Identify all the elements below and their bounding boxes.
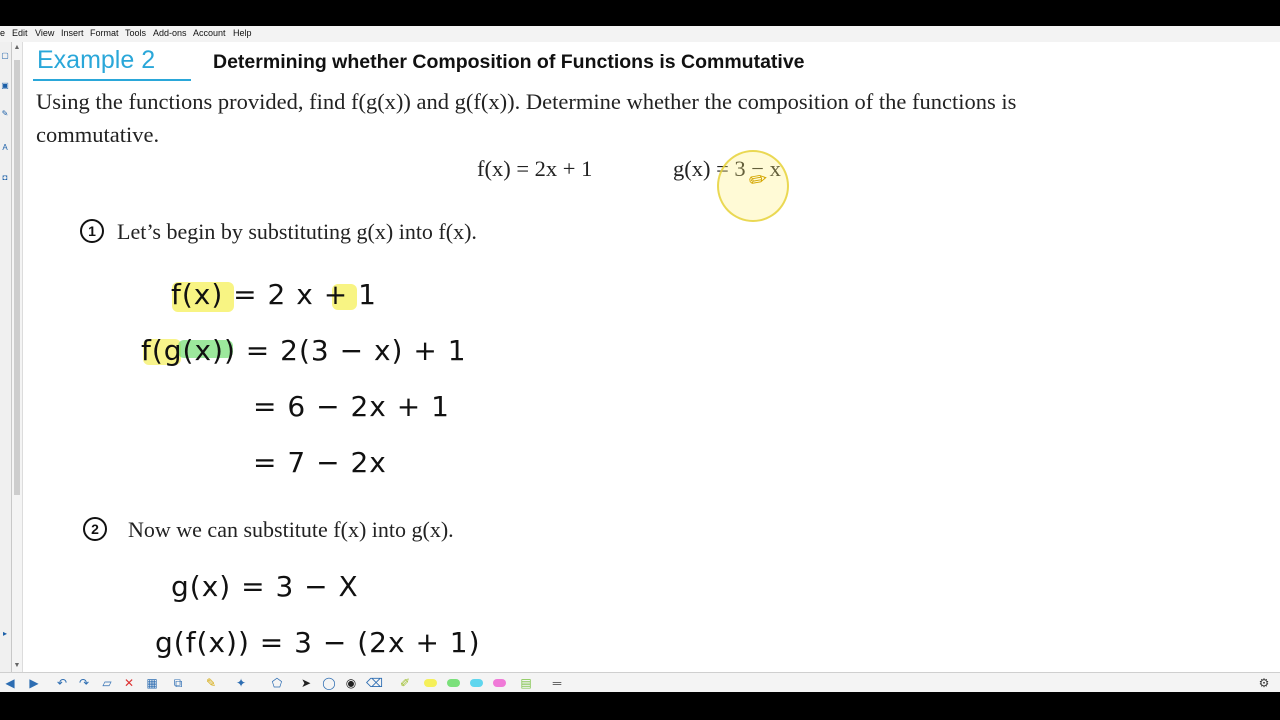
step-1-marker: 1 [80,219,104,243]
yellow-highlighter-icon[interactable] [424,679,437,687]
whiteboard-page[interactable]: Example 2 Determining whether Compositio… [23,42,1280,672]
gallery-icon[interactable]: ▣ [1,82,9,90]
attachments-icon[interactable]: ✎ [1,110,9,118]
properties-icon[interactable]: A [1,144,9,152]
scroll-up-icon[interactable]: ▲ [13,44,21,51]
cyan-highlighter-icon[interactable] [470,679,483,687]
menu-item-format[interactable]: Format [90,28,119,38]
pen-tool-icon[interactable]: ✎ [203,675,219,691]
step1-line-2: f(g(x)) = 2(3 − x) + 1 [141,334,467,367]
step-2-text: Now we can substitute f(x) into g(x). [128,517,454,542]
menu-item-tools[interactable]: Tools [125,28,146,38]
page-sorter-icon[interactable]: ▢ [1,52,9,60]
bottom-toolbar: ◀ ▶ ↶ ↷ ▱ ✕ ▦ ⧉ ✎ ✦ ⬠ ➤ ◯ ◉ ⌫ ✐ ▤ ═ ⚙ [0,672,1280,692]
eraser-icon[interactable]: ⌫ [366,675,383,691]
redo-icon[interactable]: ↷ [76,675,92,691]
scroll-thumb[interactable] [14,60,20,495]
screen-capture-icon[interactable]: ⧉ [170,675,186,691]
scroll-down-icon[interactable]: ▼ [13,662,21,669]
step2-line-1: g(x) = 3 − X [171,570,359,603]
line-icon[interactable]: ═ [549,675,565,691]
delete-icon[interactable]: ✕ [121,675,137,691]
step1-line-1: f(x) = 2 x + 1 [171,278,377,311]
next-page-icon[interactable]: ▶ [26,675,42,691]
vertical-scrollbar[interactable]: ▲ ▼ [12,42,23,672]
table-icon[interactable]: ▦ [144,675,160,691]
menu-item-file-partial[interactable]: e [0,28,5,38]
step1-line-3: = 6 − 2x + 1 [253,390,450,423]
pink-highlighter-icon[interactable] [493,679,506,687]
green-highlighter-icon[interactable] [447,679,460,687]
step1-line-4: = 7 − 2x [253,446,387,479]
example-underline [33,79,191,81]
shapes-icon[interactable]: ⬠ [269,675,285,691]
menu-bar: e Edit View Insert Format Tools Add-ons … [0,26,1280,42]
prev-page-icon[interactable]: ◀ [2,675,18,691]
step2-line-2: g(f(x)) = 3 − (2x + 1) [155,626,481,659]
menu-item-view[interactable]: View [35,28,54,38]
example-label: Example 2 [37,46,156,74]
grid-icon[interactable]: ▤ [518,675,534,691]
problem-line-1: Using the functions provided, find f(g(x… [36,89,1017,114]
example-heading: Determining whether Composition of Funct… [213,51,805,73]
menu-item-help[interactable]: Help [233,28,252,38]
magic-pen-icon[interactable]: ✦ [233,675,249,691]
marker-icon[interactable]: ✐ [397,675,413,691]
lasso-icon[interactable]: ◯ [321,675,337,691]
menu-item-account[interactable]: Account [193,28,226,38]
app-window: e Edit View Insert Format Tools Add-ons … [0,26,1280,692]
undo-icon[interactable]: ↶ [54,675,70,691]
step-2-marker: 2 [83,517,107,541]
select-icon[interactable]: ➤ [298,675,314,691]
side-tab-bar: ▢ ▣ ✎ A ◘ ▸ [0,42,12,672]
f-definition: f(x) = 2x + 1 [477,156,593,181]
step-1-text: Let’s begin by substituting g(x) into f(… [117,219,477,244]
collapse-icon[interactable]: ▸ [1,630,9,638]
addons-icon[interactable]: ◘ [1,174,9,182]
menu-item-insert[interactable]: Insert [61,28,84,38]
menu-item-addons[interactable]: Add-ons [153,28,187,38]
fill-icon[interactable]: ◉ [343,675,359,691]
settings-icon[interactable]: ⚙ [1256,675,1272,691]
menu-item-edit[interactable]: Edit [12,28,28,38]
problem-line-2: commutative. [36,122,160,147]
screen-shade-icon[interactable]: ▱ [99,675,115,691]
